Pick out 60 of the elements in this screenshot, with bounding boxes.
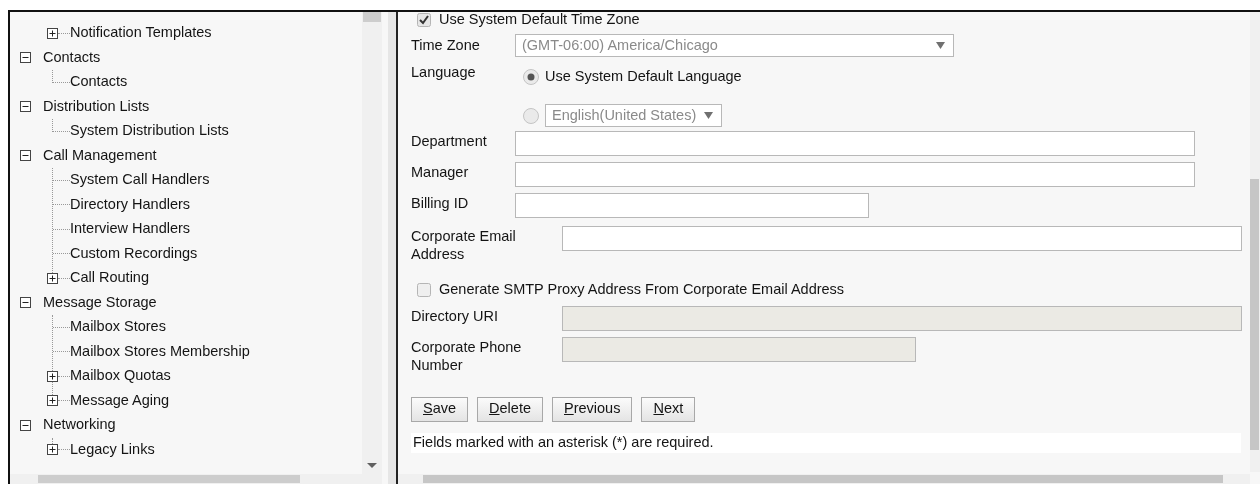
radio-label: Use System Default Language [545, 67, 742, 87]
expand-icon[interactable] [47, 27, 58, 39]
tree-section[interactable]: Message Storage [43, 291, 157, 314]
tree-item[interactable]: Mailbox Stores [70, 316, 166, 339]
expand-icon[interactable] [47, 444, 58, 456]
tree-section[interactable]: Networking [43, 414, 116, 437]
collapse-icon[interactable] [20, 101, 31, 113]
tree-item[interactable]: Interview Handlers [70, 218, 191, 241]
tree-item[interactable]: Notification Templates [70, 22, 212, 45]
field-label: Department [411, 132, 488, 150]
caret-icon [936, 42, 945, 49]
field-label: Time Zone [411, 36, 481, 55]
scrollbar[interactable] [10, 474, 362, 484]
collapse-icon[interactable] [20, 52, 31, 64]
collapse-icon[interactable] [20, 150, 31, 162]
panel-splitter[interactable] [388, 12, 398, 484]
checkbox-label: Use System Default Time Zone [439, 10, 640, 30]
input-field[interactable] [562, 226, 1242, 251]
language-select[interactable]: English(United States) [545, 104, 723, 127]
collapse-icon[interactable] [20, 297, 31, 309]
scrollbar[interactable] [398, 474, 1250, 484]
expand-icon[interactable] [47, 370, 58, 382]
field-label: Language [411, 63, 477, 82]
tree-item[interactable]: Message Aging [70, 389, 170, 412]
tree-item[interactable]: Mailbox Stores Membership [70, 340, 250, 363]
tree-item[interactable]: Call Routing [70, 267, 149, 290]
checkbox[interactable] [417, 282, 431, 297]
input-field[interactable] [515, 131, 1195, 156]
field-label: Corporate Phone Number [411, 337, 523, 374]
field-label: Directory URI [411, 306, 499, 325]
field-label: Manager [411, 163, 470, 181]
tree-item[interactable]: Mailbox Quotas [70, 365, 171, 388]
tree-section[interactable]: Distribution Lists [43, 95, 150, 118]
collapse-icon[interactable] [20, 419, 31, 431]
radio-button[interactable] [523, 69, 539, 85]
scrollbar[interactable] [1250, 12, 1260, 472]
input-field[interactable] [515, 162, 1195, 187]
tree-item[interactable]: Directory Handlers [70, 193, 191, 216]
expand-icon[interactable] [47, 395, 58, 407]
scrollbar[interactable] [362, 12, 382, 484]
form-button[interactable]: Previous [552, 396, 633, 422]
radio-button[interactable] [523, 107, 539, 124]
input-field[interactable] [515, 193, 869, 218]
tree-item[interactable]: Contacts [70, 71, 128, 94]
checkbox[interactable] [417, 13, 431, 27]
form-button[interactable]: Save [411, 396, 469, 422]
expand-icon[interactable] [47, 272, 58, 284]
tree-item[interactable]: System Call Handlers [70, 169, 210, 192]
tree-item[interactable]: System Distribution Lists [70, 120, 229, 143]
tree-section[interactable]: Call Management [43, 144, 157, 167]
tree-section[interactable]: Contacts [43, 46, 101, 69]
tree-item[interactable]: Custom Recordings [70, 242, 198, 265]
checkbox-label: Generate SMTP Proxy Address From Corporate Email Address [439, 280, 845, 299]
field-label: Corporate Email Address [411, 227, 517, 263]
caret-icon [704, 112, 714, 119]
field-label: Billing ID [411, 194, 470, 212]
tree-item[interactable]: Legacy Links [70, 438, 155, 461]
form-button[interactable]: Delete [477, 396, 543, 422]
required-note: Fields marked with an asterisk (*) are required. [413, 432, 714, 452]
form-button[interactable]: Next [641, 396, 696, 422]
